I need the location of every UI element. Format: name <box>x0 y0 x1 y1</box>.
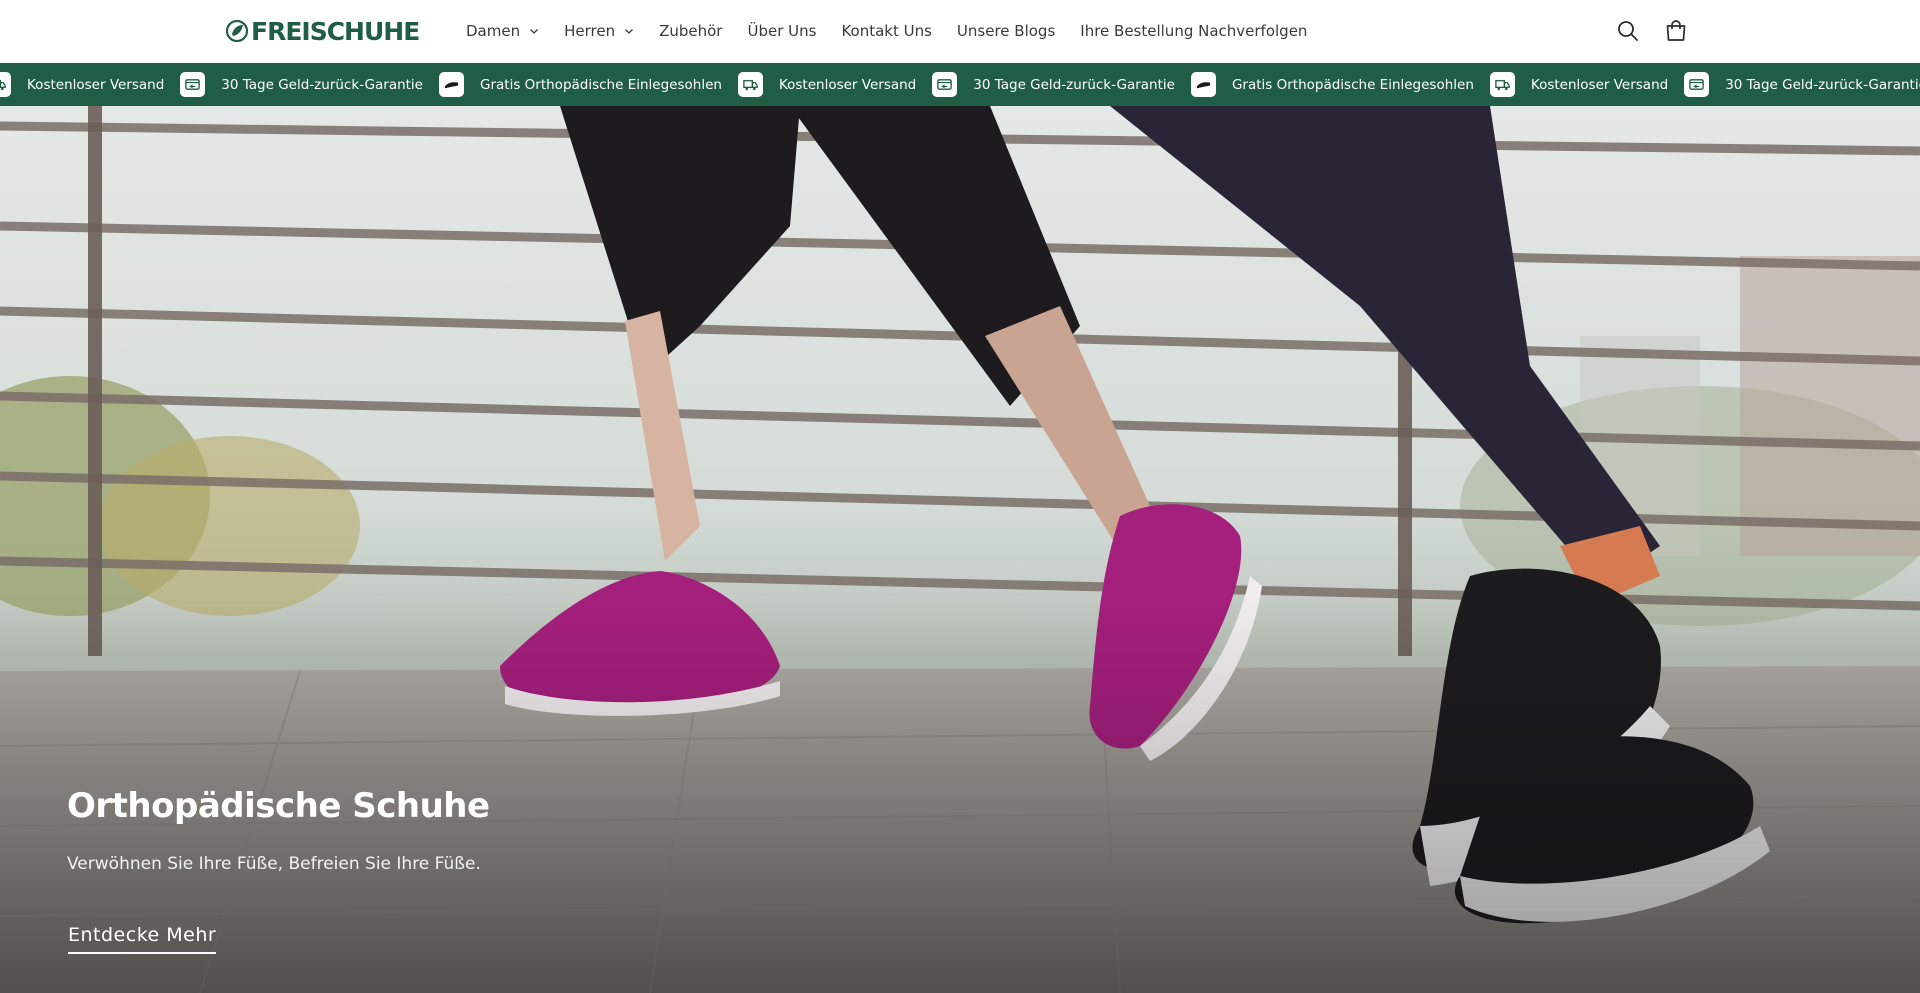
nav-item-label: Zubehör <box>659 22 723 40</box>
site-header: FREISCHUHE Damen Herren Zubehör Über Uns… <box>0 0 1920 63</box>
nav-item-kontakt[interactable]: Kontakt Uns <box>841 22 931 40</box>
discover-more-link[interactable]: Entdecke Mehr <box>68 924 217 954</box>
truck-icon <box>1489 72 1515 97</box>
money-back-icon <box>1684 72 1710 97</box>
nav-item-label: Kontakt Uns <box>841 22 932 40</box>
announcement-bar: Kostenloser Versand 30 Tage Geld-zurück-G… <box>0 63 1920 106</box>
nav-item-ueber-uns[interactable]: Über Uns <box>747 22 816 40</box>
announcement-label: 30 Tage Geld-zurück-Garantie <box>973 76 1175 93</box>
truck-icon <box>737 72 763 97</box>
nav-item-label: Herren <box>564 22 616 40</box>
announcement-track: Kostenloser Versand 30 Tage Geld-zurück-G… <box>0 63 1920 106</box>
truck-icon <box>0 72 11 97</box>
nav-item-blogs[interactable]: Unsere Blogs <box>957 22 1055 40</box>
announcement-item: Kostenloser Versand <box>1489 72 1669 97</box>
nav-item-zubehoer[interactable]: Zubehör <box>659 22 722 40</box>
announcement-label: Kostenloser Versand <box>1530 76 1669 93</box>
hero-title: Orthopädische Schuhe <box>67 786 490 826</box>
insole-icon <box>1190 72 1216 97</box>
announcement-item: Gratis Orthopädische Einlegesohlen <box>1190 72 1474 97</box>
nav-item-track-order[interactable]: Ihre Bestellung Nachverfolgen <box>1080 22 1307 40</box>
chevron-down-icon <box>530 29 539 34</box>
announcement-label: 30 Tage Geld-zurück-Garantie <box>221 76 423 93</box>
announcement-item: Kostenloser Versand <box>737 72 917 97</box>
announcement-item: 30 Tage Geld-zurück-Garantie <box>1684 72 1920 97</box>
cart-button[interactable] <box>1662 17 1690 45</box>
insole-icon <box>439 72 464 97</box>
announcement-item: Gratis Orthopädische Einlegesohlen <box>439 72 722 97</box>
main-nav: Damen Herren Zubehör Über Uns Kontakt Un… <box>466 20 1332 42</box>
nav-item-herren[interactable]: Herren <box>564 22 634 40</box>
nav-item-label: Ihre Bestellung Nachverfolgen <box>1080 22 1308 40</box>
announcement-item: 30 Tage Geld-zurück-Garantie <box>932 72 1175 97</box>
brand-name: FREISCHUHE <box>251 16 420 46</box>
cart-icon <box>1666 20 1686 41</box>
nav-item-label: Damen <box>466 22 521 40</box>
search-button[interactable] <box>1614 17 1642 45</box>
search-icon <box>1618 21 1638 41</box>
announcement-label: 30 Tage Geld-zurück-Garantie <box>1725 76 1920 93</box>
nav-item-label: Unsere Blogs <box>956 22 1056 40</box>
leaf-logo-icon <box>225 19 249 43</box>
announcement-label: Kostenloser Versand <box>27 76 165 93</box>
announcement-label: Gratis Orthopädische Einlegesohlen <box>1231 76 1474 93</box>
nav-item-label: Über Uns <box>747 22 817 40</box>
money-back-icon <box>932 72 958 97</box>
announcement-item: 30 Tage Geld-zurück-Garantie <box>180 72 423 97</box>
brand-logo[interactable]: FREISCHUHE <box>225 14 420 48</box>
hero-subtitle: Verwöhnen Sie Ihre Füße, Befreien Sie Ih… <box>67 854 481 874</box>
announcement-label: Kostenloser Versand <box>778 76 917 93</box>
hero-banner: Orthopädische Schuhe Verwöhnen Sie Ihre … <box>0 106 1920 993</box>
nav-item-damen[interactable]: Damen <box>466 22 539 40</box>
money-back-icon <box>180 72 206 97</box>
chevron-down-icon <box>625 29 634 34</box>
announcement-label: Gratis Orthopädische Einlegesohlen <box>480 76 722 93</box>
announcement-item: Kostenloser Versand <box>0 72 164 97</box>
